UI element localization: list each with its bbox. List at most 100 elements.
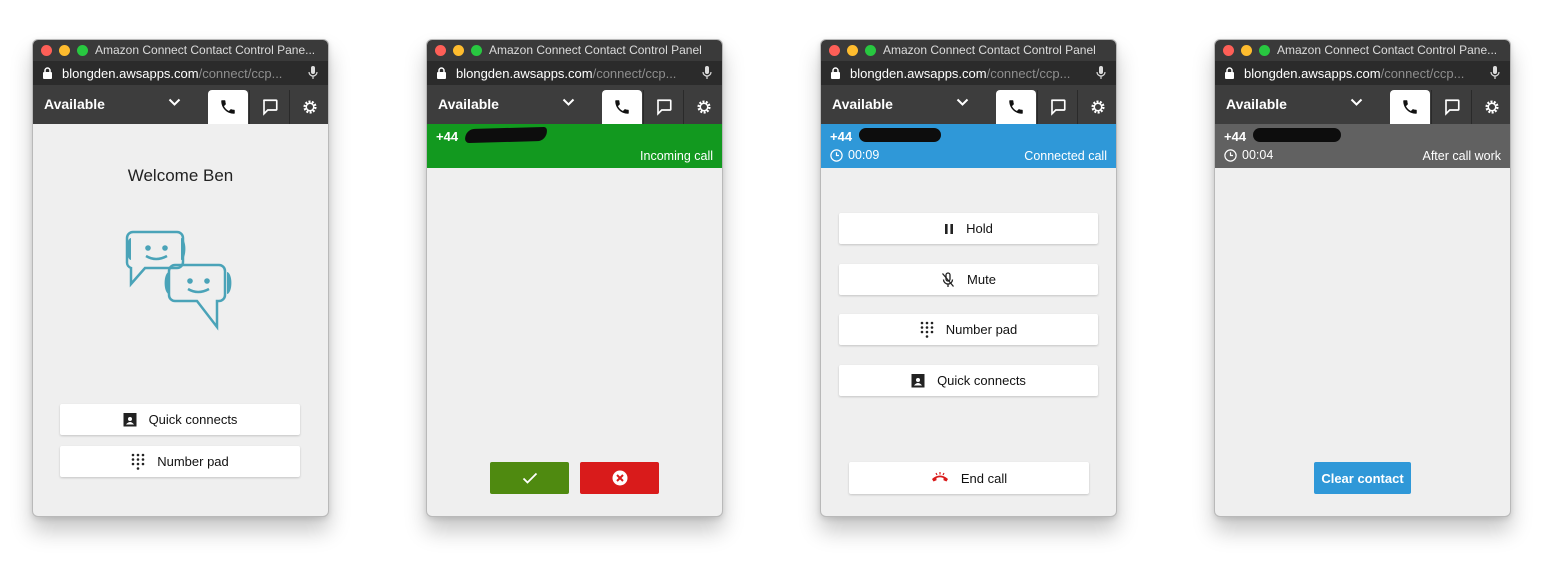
minimize-window-button[interactable] <box>59 45 70 56</box>
agent-status-label[interactable]: Available <box>44 96 105 112</box>
url-host: blongden.awsapps.com <box>62 65 199 81</box>
title-bar: Amazon Connect Contact Control Pane... <box>1215 40 1510 61</box>
url-host: blongden.awsapps.com <box>850 65 987 81</box>
tab-settings[interactable] <box>683 90 722 124</box>
clear-contact-button[interactable]: Clear contact <box>1314 462 1411 494</box>
gear-icon <box>1484 100 1499 114</box>
tab-settings[interactable] <box>289 90 328 124</box>
minimize-window-button[interactable] <box>847 45 858 56</box>
ccp-toolbar: Available <box>33 85 328 124</box>
window-title: Amazon Connect Contact Control Panel <box>883 43 1096 57</box>
contact-status: Incoming call <box>640 149 713 163</box>
chevron-down-icon[interactable] <box>168 98 181 107</box>
url-text: blongden.awsapps.com/connect/ccp... <box>1244 66 1464 81</box>
redacted-number <box>859 128 941 142</box>
ccp-toolbar: Available <box>821 85 1116 124</box>
end-call-button[interactable]: End call <box>849 462 1089 494</box>
chat-icon <box>656 99 672 116</box>
tab-chat[interactable] <box>1037 90 1077 124</box>
close-window-button[interactable] <box>435 45 446 56</box>
url-host: blongden.awsapps.com <box>456 65 593 81</box>
url-text: blongden.awsapps.com/connect/ccp... <box>456 66 676 81</box>
minimize-window-button[interactable] <box>1241 45 1252 56</box>
ccp-toolbar: Available <box>427 85 722 124</box>
keypad-icon <box>131 453 145 470</box>
caller-number: +44 <box>1224 129 1247 144</box>
number-pad-label: Number pad <box>157 454 229 469</box>
zoom-window-button[interactable] <box>471 45 482 56</box>
url-bar[interactable]: blongden.awsapps.com/connect/ccp... <box>427 61 722 85</box>
redacted-number <box>1253 128 1341 142</box>
window-controls <box>1223 45 1270 56</box>
reject-call-button[interactable] <box>580 462 659 494</box>
title-bar: Amazon Connect Contact Control Panel <box>821 40 1116 61</box>
agent-status-label[interactable]: Available <box>832 96 893 112</box>
window-controls <box>41 45 88 56</box>
close-window-button[interactable] <box>829 45 840 56</box>
tab-chat[interactable] <box>249 90 289 124</box>
gear-icon <box>1090 100 1105 114</box>
url-text: blongden.awsapps.com/connect/ccp... <box>62 66 282 81</box>
microphone-icon <box>1490 66 1500 79</box>
pause-icon <box>945 223 954 234</box>
call-timer: 00:09 <box>830 148 879 162</box>
window-title: Amazon Connect Contact Control Pane... <box>1277 43 1498 57</box>
chevron-down-icon[interactable] <box>956 98 969 107</box>
zoom-window-button[interactable] <box>865 45 876 56</box>
lock-icon <box>1225 67 1234 79</box>
zoom-window-button[interactable] <box>1259 45 1270 56</box>
quick-connects-button[interactable]: Quick connects <box>60 404 300 435</box>
quick-connects-label: Quick connects <box>148 412 238 427</box>
url-path: /connect/ccp... <box>592 65 677 81</box>
mute-button[interactable]: Mute <box>839 264 1098 295</box>
redacted-number <box>464 126 548 144</box>
close-window-button[interactable] <box>1223 45 1234 56</box>
url-bar[interactable]: blongden.awsapps.com/connect/ccp... <box>821 61 1116 85</box>
chat-icon <box>262 99 278 116</box>
phone-icon <box>1009 100 1023 114</box>
url-text: blongden.awsapps.com/connect/ccp... <box>850 66 1070 81</box>
agent-status-label[interactable]: Available <box>1226 96 1287 112</box>
chat-icon <box>1050 99 1066 116</box>
url-host: blongden.awsapps.com <box>1244 65 1381 81</box>
zoom-window-button[interactable] <box>77 45 88 56</box>
contact-banner: +44 00:09 Connected call <box>821 124 1116 168</box>
lock-icon <box>437 67 446 79</box>
gear-icon <box>302 100 317 114</box>
tab-settings[interactable] <box>1471 90 1510 124</box>
tab-chat[interactable] <box>1431 90 1471 124</box>
window-controls <box>435 45 482 56</box>
window-controls <box>829 45 876 56</box>
tab-chat[interactable] <box>643 90 683 124</box>
hold-button[interactable]: Hold <box>839 213 1098 244</box>
contact-card-icon <box>123 412 137 426</box>
title-bar: Amazon Connect Contact Control Panel <box>427 40 722 61</box>
window-title: Amazon Connect Contact Control Pane... <box>95 43 316 57</box>
tab-phone[interactable] <box>208 90 248 124</box>
ccp-window-after-call: Amazon Connect Contact Control Pane... b… <box>1214 39 1511 517</box>
url-bar[interactable]: blongden.awsapps.com/connect/ccp... <box>1215 61 1510 85</box>
quick-connects-label: Quick connects <box>937 373 1026 388</box>
tab-phone[interactable] <box>1390 90 1430 124</box>
chevron-down-icon[interactable] <box>562 98 575 107</box>
contact-banner: +44 00:04 After call work <box>1215 124 1510 168</box>
tab-phone[interactable] <box>996 90 1036 124</box>
tab-settings[interactable] <box>1077 90 1116 124</box>
number-pad-button[interactable]: Number pad <box>60 446 300 477</box>
minimize-window-button[interactable] <box>453 45 464 56</box>
microphone-icon <box>1096 66 1106 79</box>
caller-number: +44 <box>830 129 853 144</box>
clock-icon <box>1224 148 1237 162</box>
url-bar[interactable]: blongden.awsapps.com/connect/ccp... <box>33 61 328 85</box>
url-path: /connect/ccp... <box>1380 65 1465 81</box>
tab-phone[interactable] <box>602 90 642 124</box>
agent-status-label[interactable]: Available <box>438 96 499 112</box>
chevron-down-icon[interactable] <box>1350 98 1363 107</box>
close-window-button[interactable] <box>41 45 52 56</box>
chat-icon <box>1444 99 1460 116</box>
quick-connects-button[interactable]: Quick connects <box>839 365 1098 396</box>
mute-label: Mute <box>967 272 996 287</box>
accept-call-button[interactable] <box>490 462 569 494</box>
number-pad-button[interactable]: Number pad <box>839 314 1098 345</box>
call-timer: 00:04 <box>1224 148 1273 162</box>
